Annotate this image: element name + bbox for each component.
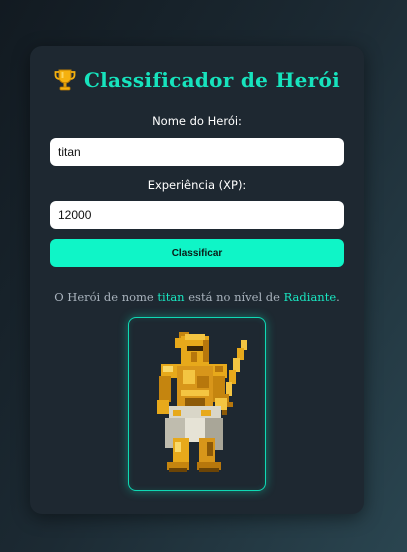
page-title: Classificador de Herói <box>30 68 364 92</box>
result-middle: está no nível de <box>184 290 284 304</box>
xp-input[interactable]: 12000 <box>50 201 344 229</box>
trophy-icon <box>54 68 76 92</box>
hero-image-frame <box>128 317 266 491</box>
golden-knight-sprite-icon <box>157 332 247 472</box>
xp-label: Experiência (XP): <box>147 178 247 192</box>
hero-name-input[interactable]: titan <box>50 138 344 166</box>
result-level: Radiante <box>283 290 337 304</box>
result-hero-name: titan <box>157 290 185 304</box>
result-prefix: O Herói de nome <box>54 290 158 304</box>
result-message: O Herói de nome titan está no nível de R… <box>30 290 364 304</box>
classifier-card: Classificador de Herói Nome do Herói: ti… <box>30 46 364 514</box>
classify-button[interactable]: Classificar <box>50 239 344 267</box>
title-text: Classificador de Herói <box>83 68 341 92</box>
hero-name-label: Nome do Herói: <box>152 114 242 128</box>
result-suffix: . <box>336 290 340 304</box>
